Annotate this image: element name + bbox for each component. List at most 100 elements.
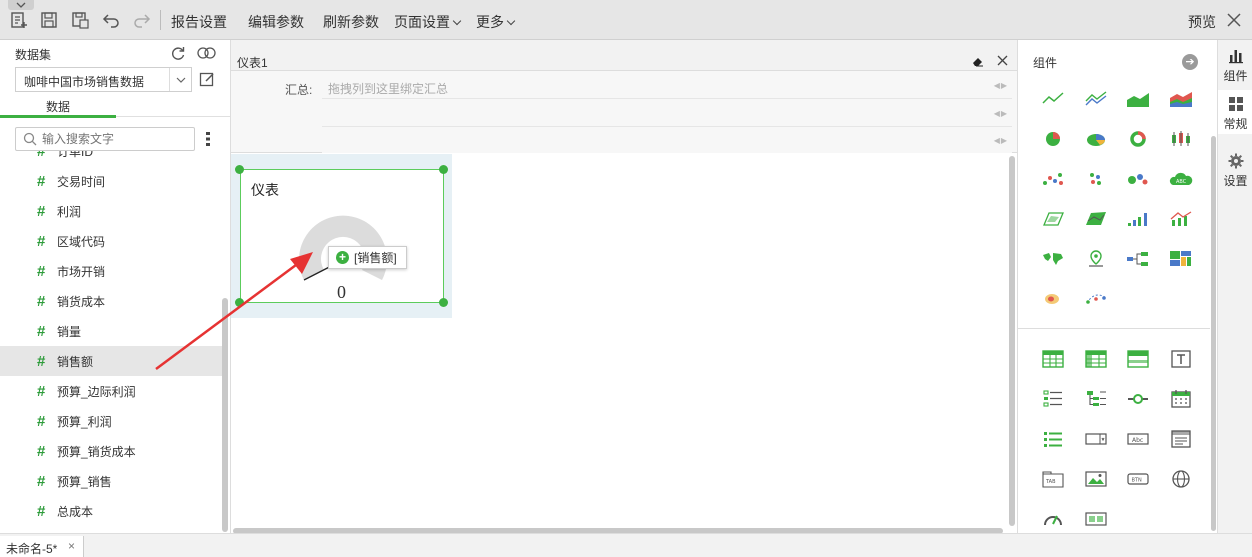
form-icon[interactable] <box>1168 428 1194 450</box>
sidebar-item-settings[interactable]: 设置 <box>1218 147 1252 191</box>
word-cloud-icon[interactable]: ABC <box>1168 168 1194 190</box>
close-icon[interactable] <box>997 55 1008 66</box>
freestyle-table-icon[interactable] <box>1125 348 1151 370</box>
refresh-icon[interactable] <box>169 44 187 62</box>
document-tab[interactable]: 未命名-5* × <box>0 536 84 557</box>
tab-data[interactable]: 数据 <box>0 98 116 118</box>
summary-drop-zone[interactable]: 拖拽列到这里绑定汇总 ◀▶ <box>322 73 1012 99</box>
text-box-icon[interactable] <box>1168 348 1194 370</box>
resize-handle[interactable] <box>439 165 448 174</box>
annotation-arrow <box>155 252 313 371</box>
field-search[interactable] <box>15 127 195 151</box>
bubble-chart-icon[interactable] <box>1125 168 1151 190</box>
list-icon[interactable] <box>1040 428 1066 450</box>
web-globe-icon[interactable] <box>1168 468 1194 490</box>
heat-map-icon[interactable] <box>1040 288 1066 310</box>
slider-icon[interactable] <box>1125 388 1151 410</box>
menu-report-settings[interactable]: 报告设置 <box>171 12 227 32</box>
redo-icon[interactable] <box>133 11 151 29</box>
save-icon[interactable] <box>40 11 58 29</box>
donut-chart-icon[interactable] <box>1125 128 1151 150</box>
stacked-area-icon[interactable] <box>1168 88 1194 110</box>
report-canvas[interactable]: 仪表 0 + [销售额] <box>231 153 1017 534</box>
image-icon[interactable] <box>1083 468 1109 490</box>
tree-filter-icon[interactable] <box>1083 388 1109 410</box>
gauge-icon[interactable] <box>1040 508 1066 530</box>
tab-container-icon[interactable]: TAB <box>1040 468 1066 490</box>
measure-icon: # <box>37 262 46 280</box>
close-icon[interactable] <box>1225 11 1243 29</box>
list-tree-icon[interactable] <box>1040 388 1066 410</box>
canvas-vertical-scrollbar[interactable] <box>1009 156 1015 526</box>
resize-handle[interactable] <box>235 165 244 174</box>
arrow-right-icon[interactable]: ➔ <box>1182 54 1198 70</box>
pie-chart-icon[interactable] <box>1040 128 1066 150</box>
menu-page-settings[interactable]: 页面设置 <box>394 12 462 32</box>
gauge-value: 0 <box>337 282 346 302</box>
widget-tab-title: 仪表1 <box>237 56 268 70</box>
sidebar-item-general[interactable]: 常规 <box>1218 90 1252 134</box>
menu-more[interactable]: 更多 <box>476 12 516 32</box>
scorecard-icon[interactable] <box>1083 508 1109 530</box>
line-chart-icon[interactable] <box>1040 88 1066 110</box>
menu-refresh-params[interactable]: 刷新参数 <box>323 12 379 32</box>
table-icon[interactable] <box>1040 348 1066 370</box>
right-sidebar: 组件 常规 设置 <box>1217 40 1252 533</box>
svg-text:ABC: ABC <box>1176 179 1187 185</box>
calendar-icon[interactable] <box>1168 388 1194 410</box>
field-item[interactable]: # 预算_利润 <box>0 406 222 436</box>
area-chart-icon[interactable] <box>1125 88 1151 110</box>
dataset-link-icon[interactable] <box>196 44 218 62</box>
text-input-icon[interactable]: Abc <box>1125 428 1151 450</box>
toolbar-divider <box>160 10 161 30</box>
field-item[interactable]: # 预算_销售 <box>0 466 222 496</box>
dot-plot-icon[interactable] <box>1083 168 1109 190</box>
world-map-icon[interactable] <box>1040 248 1066 270</box>
menu-edit-params[interactable]: 编辑参数 <box>248 12 304 32</box>
tree-diagram-icon[interactable] <box>1125 248 1151 270</box>
field-item[interactable]: # 预算_边际利润 <box>0 376 222 406</box>
arrows-icon: ◀▶ <box>993 136 1008 145</box>
button-icon[interactable]: BTN <box>1125 468 1151 490</box>
dataset-select-value: 咖啡中国市场销售数据 <box>24 75 145 89</box>
flow-map-icon[interactable] <box>1083 288 1109 310</box>
pie-3d-icon[interactable] <box>1083 128 1109 150</box>
close-icon[interactable]: × <box>68 539 75 553</box>
sidebar-item-label: 常规 <box>1223 117 1248 131</box>
field-item[interactable]: # 交易时间 <box>0 166 222 196</box>
crosstab-icon[interactable] <box>1083 348 1109 370</box>
field-item[interactable]: # 利润 <box>0 196 222 226</box>
search-input[interactable] <box>42 131 187 147</box>
scatter-icon[interactable] <box>1040 168 1066 190</box>
sidebar-item-components[interactable]: 组件 <box>1218 42 1252 86</box>
drop-zone[interactable]: ◀▶ <box>322 128 1012 154</box>
undo-icon[interactable] <box>102 11 120 29</box>
collapse-toolbar-button[interactable] <box>8 0 34 10</box>
save-as-icon[interactable] <box>71 11 89 29</box>
field-item[interactable]: # 预算_销货成本 <box>0 436 222 466</box>
funnel-map-icon[interactable] <box>1083 208 1109 230</box>
field-name: 市场开销 <box>57 264 106 279</box>
edit-dataset-icon[interactable] <box>198 70 216 88</box>
field-item[interactable]: # 总成本 <box>0 496 222 526</box>
drop-zone[interactable]: ◀▶ <box>322 101 1012 127</box>
component-panel-scrollbar[interactable] <box>1211 136 1216 531</box>
step-bar-icon[interactable] <box>1125 208 1151 230</box>
preview-button[interactable]: 预览 <box>1188 12 1216 32</box>
field-item[interactable]: # 订单ID <box>0 151 222 166</box>
measure-icon: # <box>37 292 46 310</box>
resize-handle[interactable] <box>439 298 448 307</box>
treemap-icon[interactable] <box>1168 248 1194 270</box>
dataset-select[interactable]: 咖啡中国市场销售数据 <box>15 67 192 92</box>
new-report-icon[interactable] <box>10 11 28 29</box>
eraser-icon[interactable] <box>971 55 984 67</box>
candlestick-icon[interactable] <box>1168 128 1194 150</box>
measure-icon: # <box>37 412 46 430</box>
more-options-icon[interactable] <box>203 131 213 147</box>
combo-box-icon[interactable] <box>1083 428 1109 450</box>
top-toolbar: 报告设置 编辑参数 刷新参数 页面设置 更多 预览 <box>0 0 1252 40</box>
multi-line-chart-icon[interactable] <box>1083 88 1109 110</box>
location-pin-icon[interactable] <box>1083 248 1109 270</box>
combo-chart-icon[interactable] <box>1168 208 1194 230</box>
radar-chart-icon[interactable] <box>1040 208 1066 230</box>
